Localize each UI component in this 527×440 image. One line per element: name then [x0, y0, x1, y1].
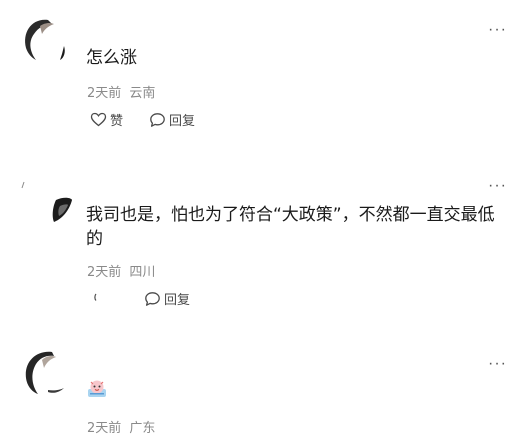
- more-options-button[interactable]: ···: [488, 178, 507, 194]
- avatar[interactable]: [18, 346, 76, 404]
- comment-location: 云南: [129, 86, 156, 101]
- like-label: 赞: [110, 114, 124, 129]
- comment-text: 我司也是，怕也为了符合“大政策”，不然都一直交最低的: [86, 205, 495, 249]
- more-options-button[interactable]: ···: [488, 356, 507, 372]
- comment-time: 2天前: [87, 86, 122, 101]
- reply-button[interactable]: 回复: [144, 289, 190, 308]
- emoji-sticker-icon: [86, 378, 108, 400]
- comment-meta: 2天前 云南: [87, 82, 155, 101]
- reply-button[interactable]: 回复: [149, 110, 195, 129]
- comment-meta: 2天前 四川: [87, 261, 155, 280]
- speech-bubble-icon: [150, 112, 165, 127]
- heart-icon: [90, 112, 107, 127]
- comment-location: 广东: [129, 421, 156, 436]
- more-options-button[interactable]: ···: [488, 22, 507, 38]
- avatar[interactable]: [18, 14, 76, 72]
- comment-meta: 2天前 广东: [87, 417, 155, 436]
- comment-actions: 回复: [90, 289, 216, 308]
- comment-actions: 赞 回复: [90, 110, 221, 129]
- comment-location: 四川: [129, 265, 156, 280]
- comment-time: 2天前: [87, 265, 122, 280]
- comment-text: 怎么涨: [86, 48, 137, 68]
- reply-label: 回复: [169, 114, 196, 129]
- reply-label: 回复: [164, 293, 191, 308]
- heart-icon: [94, 293, 97, 301]
- speech-bubble-icon: [145, 291, 160, 306]
- avatar[interactable]: [18, 178, 76, 236]
- comment-time: 2天前: [87, 421, 122, 436]
- like-button[interactable]: [90, 291, 110, 306]
- like-button[interactable]: 赞: [90, 110, 123, 129]
